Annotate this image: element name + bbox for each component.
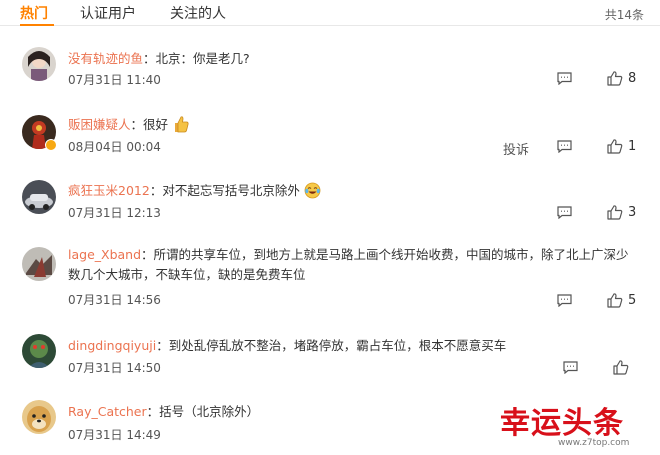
comment-text: 北京：你是老几? bbox=[155, 51, 250, 66]
comment-icon bbox=[557, 140, 572, 153]
comment-time: 08月04日 00:04 bbox=[68, 140, 161, 154]
watermark-url: www.z7top.com bbox=[558, 438, 630, 448]
thumbs-up-icon bbox=[607, 71, 623, 86]
avatar[interactable] bbox=[22, 247, 56, 281]
comment-text: 对不起忘写括号北京除外 bbox=[162, 183, 300, 198]
thumbs-up-icon bbox=[613, 360, 629, 375]
username-link[interactable]: lage_Xband bbox=[68, 247, 141, 262]
separator: ： bbox=[130, 117, 144, 132]
comment-text: 到处乱停乱放不整治，堵路停放，霸占车位，根本不愿意买车 bbox=[168, 338, 507, 353]
report-link[interactable]: 投诉 bbox=[503, 139, 529, 158]
separator: ： bbox=[156, 338, 169, 353]
like-count: 1 bbox=[628, 139, 637, 154]
verified-badge-icon bbox=[45, 139, 57, 151]
separator: ： bbox=[149, 183, 163, 198]
comment-line: 贩困嫌疑人：很好 bbox=[68, 114, 190, 133]
comment-line: lage_Xband：所谓的共享车位，到地方上就是马路上画个线开始收费，中国的城… bbox=[68, 245, 638, 285]
comment-line: Ray_Catcher：括号（北京除外） bbox=[68, 401, 259, 420]
thumbs-up-icon bbox=[607, 205, 623, 220]
comment-time: 07月31日 14:50 bbox=[68, 361, 161, 375]
reply-button[interactable] bbox=[557, 72, 572, 85]
watermark-logo: 幸运头条 www.z7top.com bbox=[500, 396, 652, 455]
comment-text: 很好 bbox=[143, 117, 169, 132]
avatar[interactable] bbox=[22, 180, 56, 214]
username-link[interactable]: dingdingqiyuji bbox=[68, 338, 156, 353]
like-button[interactable]: 1 bbox=[607, 139, 636, 154]
comment-tabs: 热门 认证用户 关注的人 共14条 bbox=[0, 0, 660, 26]
comment-text: 括号（北京除外） bbox=[159, 404, 260, 419]
like-count: 8 bbox=[628, 71, 637, 86]
comment-time: 07月31日 14:56 bbox=[68, 293, 161, 307]
avatar[interactable] bbox=[22, 47, 56, 81]
reply-button[interactable] bbox=[557, 294, 572, 307]
tab-hot[interactable]: 热门 bbox=[20, 3, 48, 23]
username-link[interactable]: 贩困嫌疑人 bbox=[68, 117, 131, 132]
avatar[interactable] bbox=[22, 334, 56, 368]
like-count: 3 bbox=[628, 205, 637, 220]
laughing-tears-emoji-icon bbox=[304, 182, 321, 199]
like-button[interactable]: 5 bbox=[607, 293, 636, 308]
comment-time: 07月31日 11:40 bbox=[68, 73, 161, 87]
like-count: 5 bbox=[628, 293, 637, 308]
thumbs-up-icon bbox=[607, 293, 623, 308]
active-tab-indicator bbox=[20, 24, 54, 26]
like-button[interactable]: 8 bbox=[607, 71, 636, 86]
like-button[interactable]: 3 bbox=[607, 205, 636, 220]
separator: ： bbox=[141, 247, 154, 262]
comment-line: 没有轨迹的鱼：北京：你是老几? bbox=[68, 48, 250, 67]
tab-verified-users[interactable]: 认证用户 bbox=[80, 3, 136, 23]
watermark-title: 幸运头条 bbox=[500, 406, 624, 441]
like-button[interactable] bbox=[613, 360, 634, 375]
tab-following[interactable]: 关注的人 bbox=[170, 3, 226, 23]
comment-count: 共14条 bbox=[604, 8, 644, 22]
comment-line: 疯狂玉米2012：对不起忘写括号北京除外 bbox=[68, 180, 321, 199]
separator: ： bbox=[146, 404, 160, 419]
username-link[interactable]: 疯狂玉米2012 bbox=[68, 183, 150, 198]
thumbs-up-icon bbox=[607, 139, 623, 154]
comment-icon bbox=[557, 294, 572, 307]
comment-icon bbox=[557, 72, 572, 85]
avatar[interactable] bbox=[22, 400, 56, 434]
comment-icon bbox=[557, 206, 572, 219]
username-link[interactable]: Ray_Catcher bbox=[68, 404, 147, 419]
reply-button[interactable] bbox=[563, 361, 578, 374]
comment-line: dingdingqiyuji：到处乱停乱放不整治，堵路停放，霸占车位，根本不愿意… bbox=[68, 335, 506, 354]
username-link[interactable]: 没有轨迹的鱼 bbox=[68, 51, 143, 66]
comment-icon bbox=[563, 361, 578, 374]
comment-time: 07月31日 12:13 bbox=[68, 206, 161, 220]
separator: ： bbox=[143, 51, 156, 66]
thumbs-up-emoji-icon bbox=[175, 116, 189, 133]
comment-time: 07月31日 14:49 bbox=[68, 428, 161, 442]
reply-button[interactable] bbox=[557, 206, 572, 219]
reply-button[interactable] bbox=[557, 140, 572, 153]
